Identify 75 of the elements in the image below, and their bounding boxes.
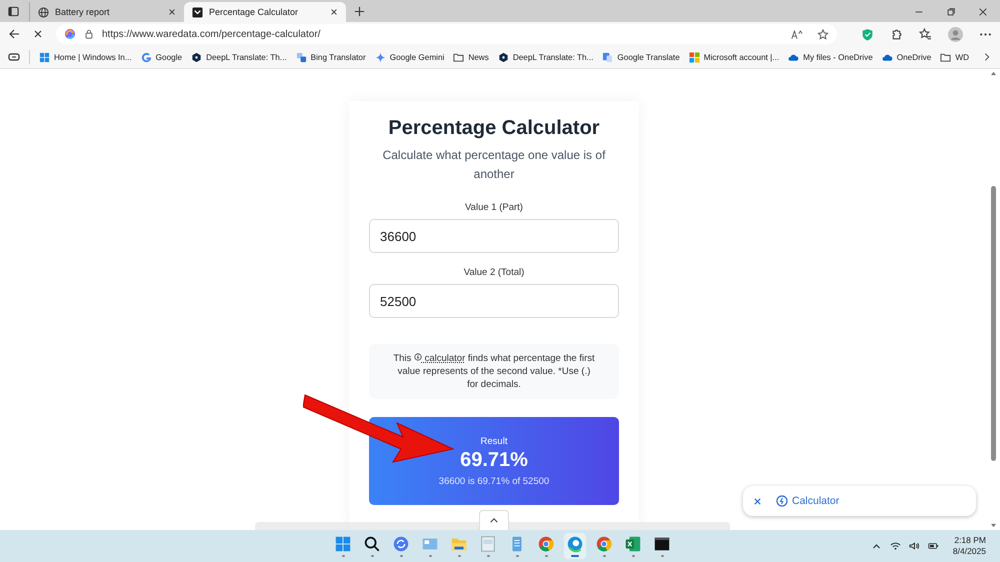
clock-date[interactable]: 8/4/2025 bbox=[952, 546, 986, 557]
translate-icon bbox=[602, 52, 614, 62]
restore-icon[interactable] bbox=[946, 7, 956, 17]
hexagon-icon bbox=[498, 52, 509, 62]
tab-actions-icon[interactable] bbox=[8, 6, 19, 17]
g-icon bbox=[140, 52, 152, 62]
stop-icon[interactable] bbox=[32, 28, 44, 40]
extensions-icon[interactable] bbox=[890, 28, 903, 40]
address-bar[interactable]: https://www.waredata.com/percentage-calculator/ bbox=[56, 24, 837, 44]
close-icon[interactable] bbox=[978, 7, 988, 17]
grid-icon bbox=[334, 535, 352, 553]
search-icon bbox=[363, 535, 381, 553]
browser-icon bbox=[566, 535, 584, 553]
page-title: Percentage Calculator bbox=[388, 117, 600, 140]
squares-icon bbox=[296, 52, 307, 62]
lightning-icon bbox=[776, 495, 788, 507]
chevron-up-icon bbox=[489, 517, 499, 524]
bookmark[interactable]: WD bbox=[940, 52, 969, 62]
speaker-icon[interactable] bbox=[908, 541, 920, 551]
chip-label: Calculator bbox=[792, 495, 840, 507]
spreadsheet-icon bbox=[624, 535, 642, 553]
grid-icon bbox=[688, 52, 700, 62]
lightning-icon bbox=[414, 353, 422, 361]
grid-icon bbox=[39, 52, 50, 62]
page-subtitle: Calculate what percentage one value is of another bbox=[382, 147, 606, 183]
bookmark[interactable]: Google Gemini bbox=[374, 52, 444, 62]
bookmark[interactable]: Google Translate bbox=[602, 52, 680, 62]
field-label: Value 1 (Part) bbox=[465, 202, 523, 213]
scroll-thumb[interactable] bbox=[991, 186, 996, 461]
folder-icon bbox=[940, 52, 952, 62]
bookmark[interactable]: Bing Translator bbox=[296, 52, 366, 62]
terminal-icon bbox=[653, 535, 671, 553]
chevron-right-icon[interactable] bbox=[982, 52, 992, 62]
bookmark[interactable]: DeepL Translate: Th... bbox=[191, 52, 287, 62]
shield-icon[interactable] bbox=[861, 28, 874, 40]
cloud-icon bbox=[882, 52, 893, 62]
bookmark[interactable]: DeepL Translate: Th... bbox=[498, 52, 594, 62]
close-icon[interactable] bbox=[168, 8, 176, 16]
floating-chip[interactable]: Calculator bbox=[743, 486, 976, 516]
profile-avatar[interactable] bbox=[948, 26, 963, 42]
battery-icon[interactable] bbox=[928, 541, 939, 551]
input-field[interactable]: 36600 bbox=[369, 219, 619, 253]
collections-icon[interactable] bbox=[8, 51, 20, 63]
bookmark[interactable]: Microsoft account |... bbox=[688, 52, 780, 62]
scroll-up-icon[interactable] bbox=[990, 71, 997, 76]
browser-icon bbox=[595, 535, 613, 553]
result-label: Result bbox=[480, 436, 508, 446]
site-icon bbox=[192, 6, 203, 18]
bookmark[interactable]: Google bbox=[140, 52, 182, 62]
bookmark[interactable]: OneDrive bbox=[882, 52, 932, 62]
sparkle-icon bbox=[374, 52, 386, 62]
sync-icon bbox=[392, 535, 410, 553]
globe-icon bbox=[38, 6, 49, 18]
clock-time[interactable]: 2:18 PM bbox=[954, 535, 986, 546]
document-icon bbox=[479, 535, 497, 553]
result-detail: 36600 is 69.71% of 52500 bbox=[438, 476, 550, 486]
calculator-link[interactable]: calculator bbox=[414, 353, 466, 364]
input-field[interactable]: 52500 bbox=[369, 284, 619, 318]
new-tab-icon[interactable] bbox=[354, 6, 365, 17]
bookmark[interactable]: My files - OneDrive bbox=[788, 52, 873, 62]
field-label: Value 2 (Total) bbox=[464, 267, 524, 278]
browser-tab[interactable]: Percentage Calculator bbox=[184, 2, 346, 22]
back-icon[interactable] bbox=[8, 28, 20, 40]
bookmark[interactable]: News bbox=[453, 52, 489, 62]
cloud-icon bbox=[788, 52, 800, 62]
info-text: This calculator finds what percentage the first value represents of the second value. *Use (.) for decimals. bbox=[392, 352, 596, 391]
favorites-icon[interactable] bbox=[919, 28, 932, 40]
bookmark[interactable]: Home | Windows In... bbox=[39, 52, 132, 62]
folder-icon bbox=[453, 52, 464, 62]
close-icon[interactable] bbox=[330, 8, 338, 16]
wifi-icon[interactable] bbox=[890, 541, 901, 551]
browser-icon bbox=[537, 535, 555, 553]
hexagon-icon bbox=[191, 52, 202, 62]
scroll-down-icon[interactable] bbox=[990, 523, 997, 528]
result-value: 69.71% bbox=[460, 448, 528, 472]
